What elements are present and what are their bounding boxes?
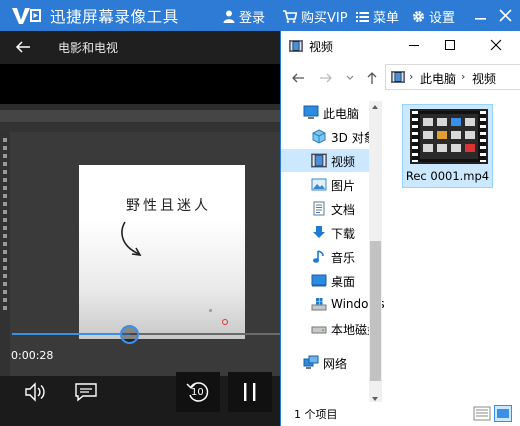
item-count: 1 个项目 [294,408,338,421]
tool-strip [0,132,10,386]
minimize-icon[interactable] [406,37,422,53]
skip-seconds: 10 [191,387,204,398]
tree-item-music[interactable]: 音乐 [281,245,369,268]
back-arrow-icon[interactable] [14,38,32,56]
buy-vip-button[interactable]: 购买VIP [283,7,348,26]
nav-pane-scrollbar[interactable] [369,101,382,406]
menu-label: 菜单 [373,11,400,26]
downloads-folder-icon [313,226,325,238]
videos-folder-icon [391,71,405,83]
tree-item-documents[interactable]: 文档 [281,197,369,220]
login-label: 登录 [239,11,266,26]
seek-bar-played [12,333,130,335]
music-folder-icon [313,250,324,263]
pause-button[interactable] [228,372,272,412]
recorder-logo-icon [12,8,41,24]
tree-item-videos[interactable]: 视频 [281,149,369,172]
tree-item-pictures[interactable]: 图片 [281,173,369,196]
hand-drawn-arrow-icon [121,221,142,256]
computer-icon [303,105,319,119]
back-arrow-icon[interactable] [291,71,305,85]
red-marker [222,319,228,325]
large-icons-view-icon[interactable] [494,405,512,422]
desktop-folder-icon [311,274,327,287]
documents-folder-icon [313,201,325,216]
recent-locations-chevron-icon[interactable] [345,71,355,85]
network-icon [303,355,319,369]
navigation-pane: 此电脑 3D 对象 视频 图片 文档 下载 音乐 桌面 Windows 本地磁盘… [281,101,385,401]
minimize-icon[interactable] [474,9,487,22]
breadcrumb-this-pc[interactable]: 此电脑 [420,70,456,87]
maximize-icon[interactable] [442,37,458,53]
file-item-rec-0001[interactable]: Rec 0001.mp4 [402,104,493,188]
subtitles-button[interactable] [72,372,100,412]
file-name: Rec 0001.mp4 [405,169,490,183]
user-icon [223,10,235,23]
scroll-down-icon[interactable] [372,397,378,401]
handwritten-text: 野性且迷人 [126,198,211,214]
video-thumbnail [410,109,488,164]
volume-icon [25,382,45,402]
details-view-icon[interactable] [473,405,491,422]
videos-folder-icon [311,153,327,168]
windows-drive-icon [311,298,327,311]
subtitles-icon [75,383,97,402]
file-explorer-window: 视频 › 此电脑 › 视频 此电脑 3D 对象 视频 图片 文档 下载 音乐 桌… [280,31,520,426]
navigation-bar: › 此电脑 › 视频 [281,62,520,92]
tree-item-local-disk[interactable]: 本地磁盘 [281,317,379,340]
breadcrumb-separator: › [409,70,414,83]
settings-label: 设置 [429,11,456,26]
tree-item-3d-objects[interactable]: 3D 对象 [281,125,376,148]
tree-item-network[interactable]: 网络 [281,351,369,374]
breadcrumb-videos[interactable]: 视频 [472,70,496,87]
forward-arrow-icon[interactable] [319,71,333,85]
app-title-bar: 迅捷屏幕录像工具 登录 购买VIP 菜单 设置 [0,0,520,31]
address-bar[interactable]: › 此电脑 › 视频 [385,64,520,90]
local-disk-icon [311,326,327,334]
tree-item-windows-drive[interactable]: Windows [281,293,385,316]
settings-button[interactable]: 设置 [412,7,455,26]
gear-icon [413,11,424,22]
login-button[interactable]: 登录 [223,7,265,26]
scrollbar-thumb[interactable] [370,241,381,381]
tree-item-downloads[interactable]: 下载 [281,221,369,244]
current-time: 0:00:28 [11,349,54,362]
cart-icon [283,10,297,23]
status-bar: 1 个项目 [281,402,520,426]
menu-list-icon [356,11,369,22]
pause-icon [244,383,256,401]
breadcrumb-separator: › [461,70,466,83]
explorer-title-bar: 视频 [281,31,520,60]
close-icon[interactable] [488,37,504,53]
3d-objects-icon [312,129,326,144]
tree-item-desktop[interactable]: 桌面 [281,269,369,292]
videos-folder-icon [289,40,303,52]
app-title: 迅捷屏幕录像工具 [50,8,179,26]
up-arrow-icon[interactable] [365,71,379,85]
canvas-document: 野性且迷人 [79,165,245,339]
pictures-folder-icon [311,178,327,191]
tree-item-this-pc[interactable]: 此电脑 [281,101,369,124]
close-icon[interactable] [499,9,512,22]
volume-button[interactable] [22,372,50,412]
explorer-title: 视频 [309,40,334,54]
scroll-up-icon[interactable] [372,105,378,109]
buy-vip-label: 购买VIP [301,11,348,26]
menu-button[interactable]: 菜单 [356,7,399,26]
player-header: 电影和电视 [0,31,280,64]
player-title: 电影和电视 [58,41,119,55]
